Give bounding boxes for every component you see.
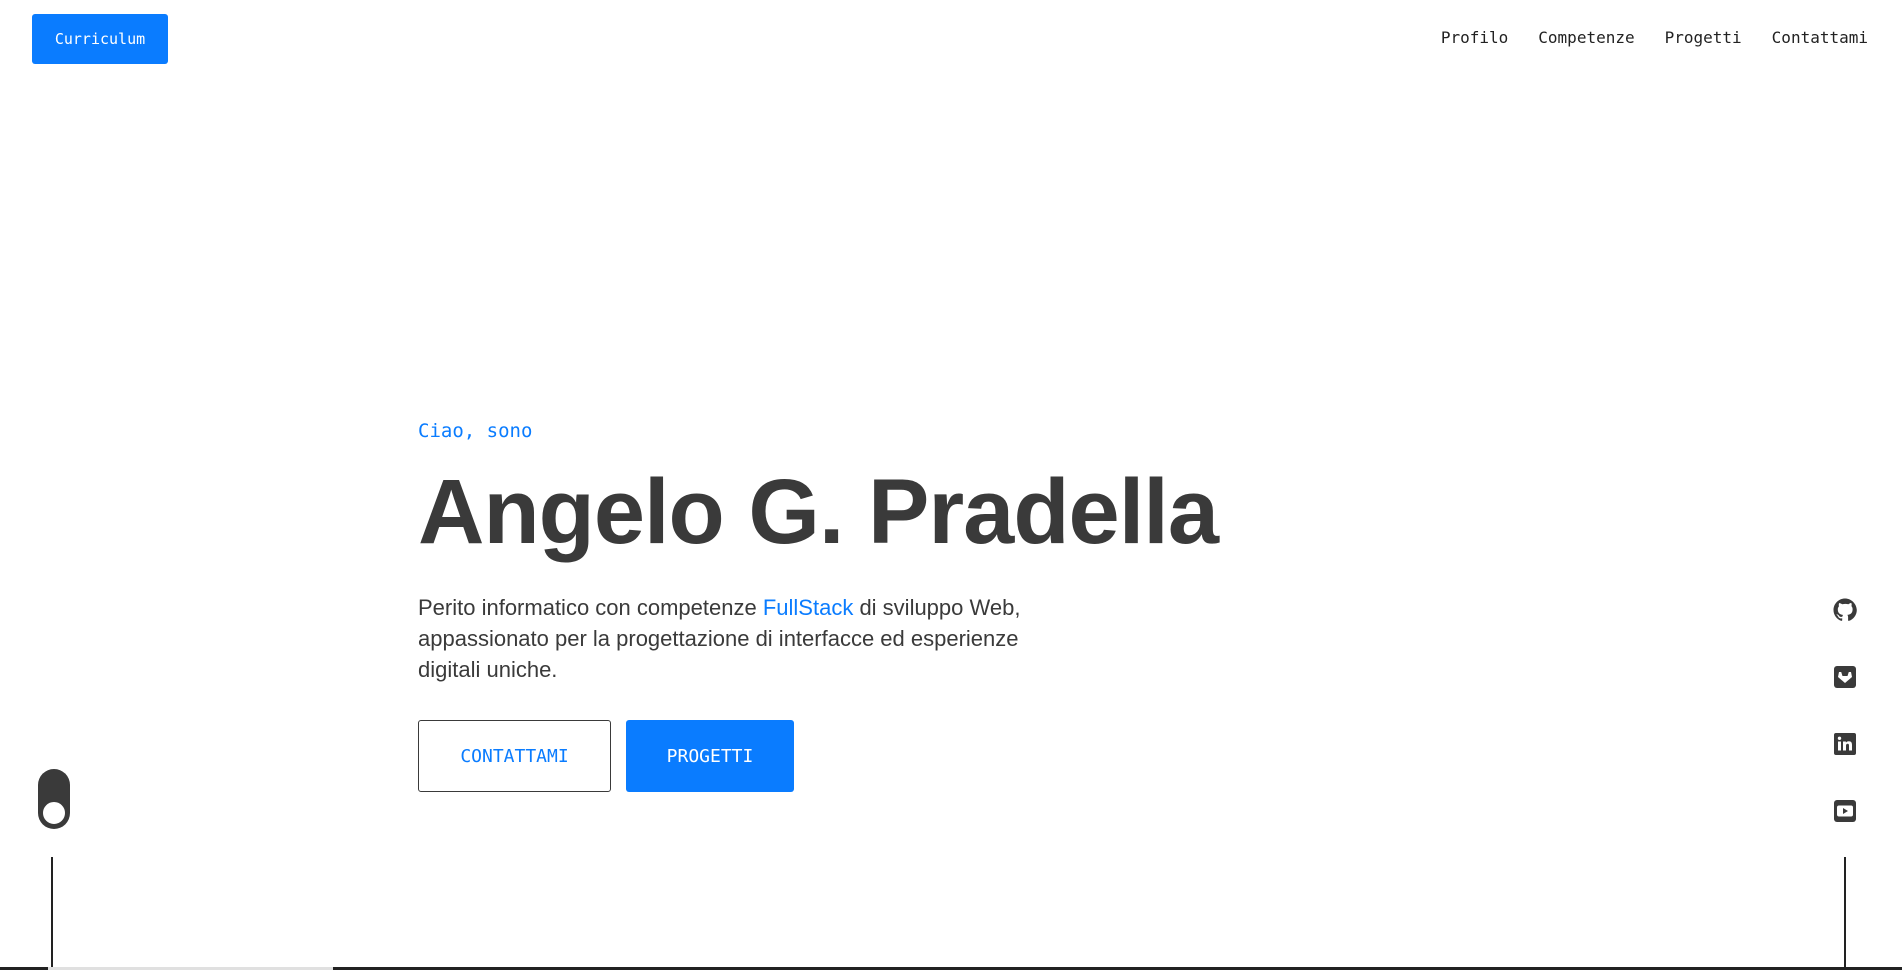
nav-item-profilo[interactable]: Profilo: [1441, 28, 1508, 47]
nav-item-contattami[interactable]: Contattami: [1772, 28, 1868, 47]
projects-button[interactable]: PROGETTI: [626, 720, 794, 792]
right-divider-line: [1844, 857, 1846, 970]
curriculum-button[interactable]: Curriculum: [32, 14, 168, 64]
youtube-icon[interactable]: [1832, 799, 1858, 823]
bio-text-start: Perito informatico con competenze: [418, 595, 763, 620]
contact-button[interactable]: CONTATTAMI: [418, 720, 611, 792]
gitlab-icon[interactable]: [1832, 665, 1858, 689]
left-divider-line: [51, 857, 53, 970]
nav-item-progetti[interactable]: Progetti: [1665, 28, 1742, 47]
cta-group: CONTATTAMI PROGETTI: [418, 720, 1218, 792]
top-nav: Profilo Competenze Progetti Contattami: [1441, 28, 1868, 47]
fullstack-highlight: FullStack: [762, 595, 854, 620]
hero-section: Ciao, sono Angelo G. Pradella Perito inf…: [418, 420, 1219, 792]
page-title: Angelo G. Pradella: [418, 461, 1219, 563]
linkedin-icon[interactable]: [1832, 732, 1858, 756]
theme-toggle[interactable]: [38, 769, 70, 829]
github-icon[interactable]: [1832, 598, 1858, 622]
social-links: [1832, 598, 1858, 823]
theme-toggle-knob: [41, 800, 67, 826]
bio-text: Perito informatico con competenze FullSt…: [418, 592, 1038, 685]
page: Curriculum Profilo Competenze Progetti C…: [0, 0, 1902, 970]
greeting: Ciao, sono: [418, 420, 533, 442]
nav-item-competenze[interactable]: Competenze: [1538, 28, 1634, 47]
